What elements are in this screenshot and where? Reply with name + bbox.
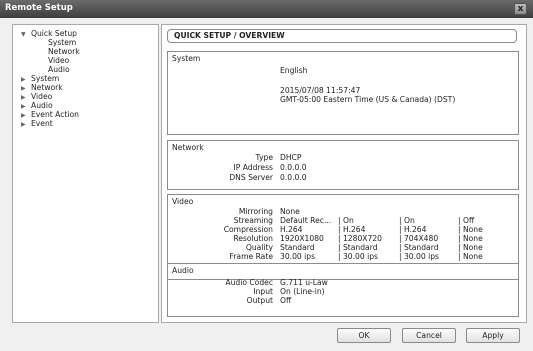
overview-panel: QUICK SETUP / OVERVIEW System English 20… [161,24,527,323]
tree-item-label: Event Action [31,110,79,119]
cancel-button[interactable]: Cancel [402,328,456,343]
compression-value-4: | None [458,225,483,234]
remote-setup-window: Remote Setup x ▼ Quick Setup System Netwo… [0,0,533,351]
network-section: Network Type DHCP IP Address 0.0.0.0 DNS… [167,140,519,190]
quality-value-4: | None [458,243,483,252]
compression-label: Compression [223,225,273,234]
streaming-value-3: | On [399,216,415,225]
section-title: Audio [172,266,194,275]
expanded-arrow-icon: ▼ [21,31,26,38]
output-value: Off [280,296,292,305]
quality-value-3: | Standard [399,243,439,252]
title-bar: Remote Setup x [0,0,533,18]
quality-label: Quality [245,243,273,252]
compression-value-2: | H.264 [338,225,366,234]
frame-rate-value-4: | None [458,252,483,261]
frame-rate-value-2: | 30.00 ips [338,252,379,261]
resolution-value-4: | None [458,234,483,243]
resolution-value-2: | 1280X720 [338,234,382,243]
resolution-value-1: 1920X1080 [280,234,324,243]
window-title: Remote Setup [5,3,73,13]
audio-codec-label: Audio Codec [225,278,273,287]
apply-button[interactable]: Apply [466,328,520,343]
tree-item-event[interactable]: ▶ Event [21,119,53,130]
streaming-label: Streaming [233,216,273,225]
streaming-value-1: Default Rec... [280,216,332,225]
navigation-tree: ▼ Quick Setup System Network Video Audio … [12,24,159,323]
ip-address-value: 0.0.0.0 [280,163,307,172]
audio-section: Audio Audio Codec G.711 u-Law Input On (… [167,263,519,317]
tree-item-label: Network [31,83,63,92]
tree-item-label: Audio [48,65,70,74]
tree-item-label: Video [48,56,70,65]
output-label: Output [246,296,273,305]
tree-item-label: Event [31,119,53,128]
datetime-value: 2015/07/08 11:57:47 [280,86,361,95]
input-value: On (Line-in) [280,287,325,296]
compression-value-3: | H.264 [399,225,427,234]
mirroring-label: Mirroring [238,207,273,216]
frame-rate-value-1: 30.00 ips [280,252,316,261]
quality-value-2: | Standard [338,243,378,252]
dns-server-value: 0.0.0.0 [280,173,307,182]
tree-item-label: System [31,74,60,83]
ip-address-label: IP Address [233,163,273,172]
dns-server-label: DNS Server [229,173,273,182]
tree-item-label: Network [48,47,80,56]
streaming-value-4: | Off [458,216,475,225]
compression-value-1: H.264 [280,225,303,234]
tree-item-label: Quick Setup [31,29,77,38]
section-title: System [172,54,201,63]
resolution-value-3: | 704X480 [399,234,439,243]
frame-rate-value-3: | 30.00 ips [399,252,440,261]
collapsed-arrow-icon: ▶ [21,121,26,128]
page-title: QUICK SETUP / OVERVIEW [167,29,517,43]
audio-codec-value: G.711 u-Law [280,278,328,287]
tree-item-label: System [48,38,77,47]
tree-item-label: Audio [31,101,53,110]
tree-item-label: Video [31,92,53,101]
ok-button[interactable]: OK [337,328,391,343]
frame-rate-label: Frame Rate [229,252,274,261]
language-value: English [280,66,308,75]
type-label: Type [255,153,273,162]
mirroring-value: None [280,207,300,216]
system-section: System English 2015/07/08 11:57:47 GMT-0… [167,51,519,135]
resolution-label: Resolution [233,234,273,243]
type-value: DHCP [280,153,302,162]
close-button[interactable]: x [514,3,527,15]
timezone-value: GMT-05:00 Eastern Time (US & Canada) (DS… [280,95,456,104]
input-label: Input [253,287,273,296]
streaming-value-2: | On [338,216,354,225]
section-title: Network [172,143,204,152]
section-title: Video [172,197,194,206]
quality-value-1: Standard [280,243,315,252]
